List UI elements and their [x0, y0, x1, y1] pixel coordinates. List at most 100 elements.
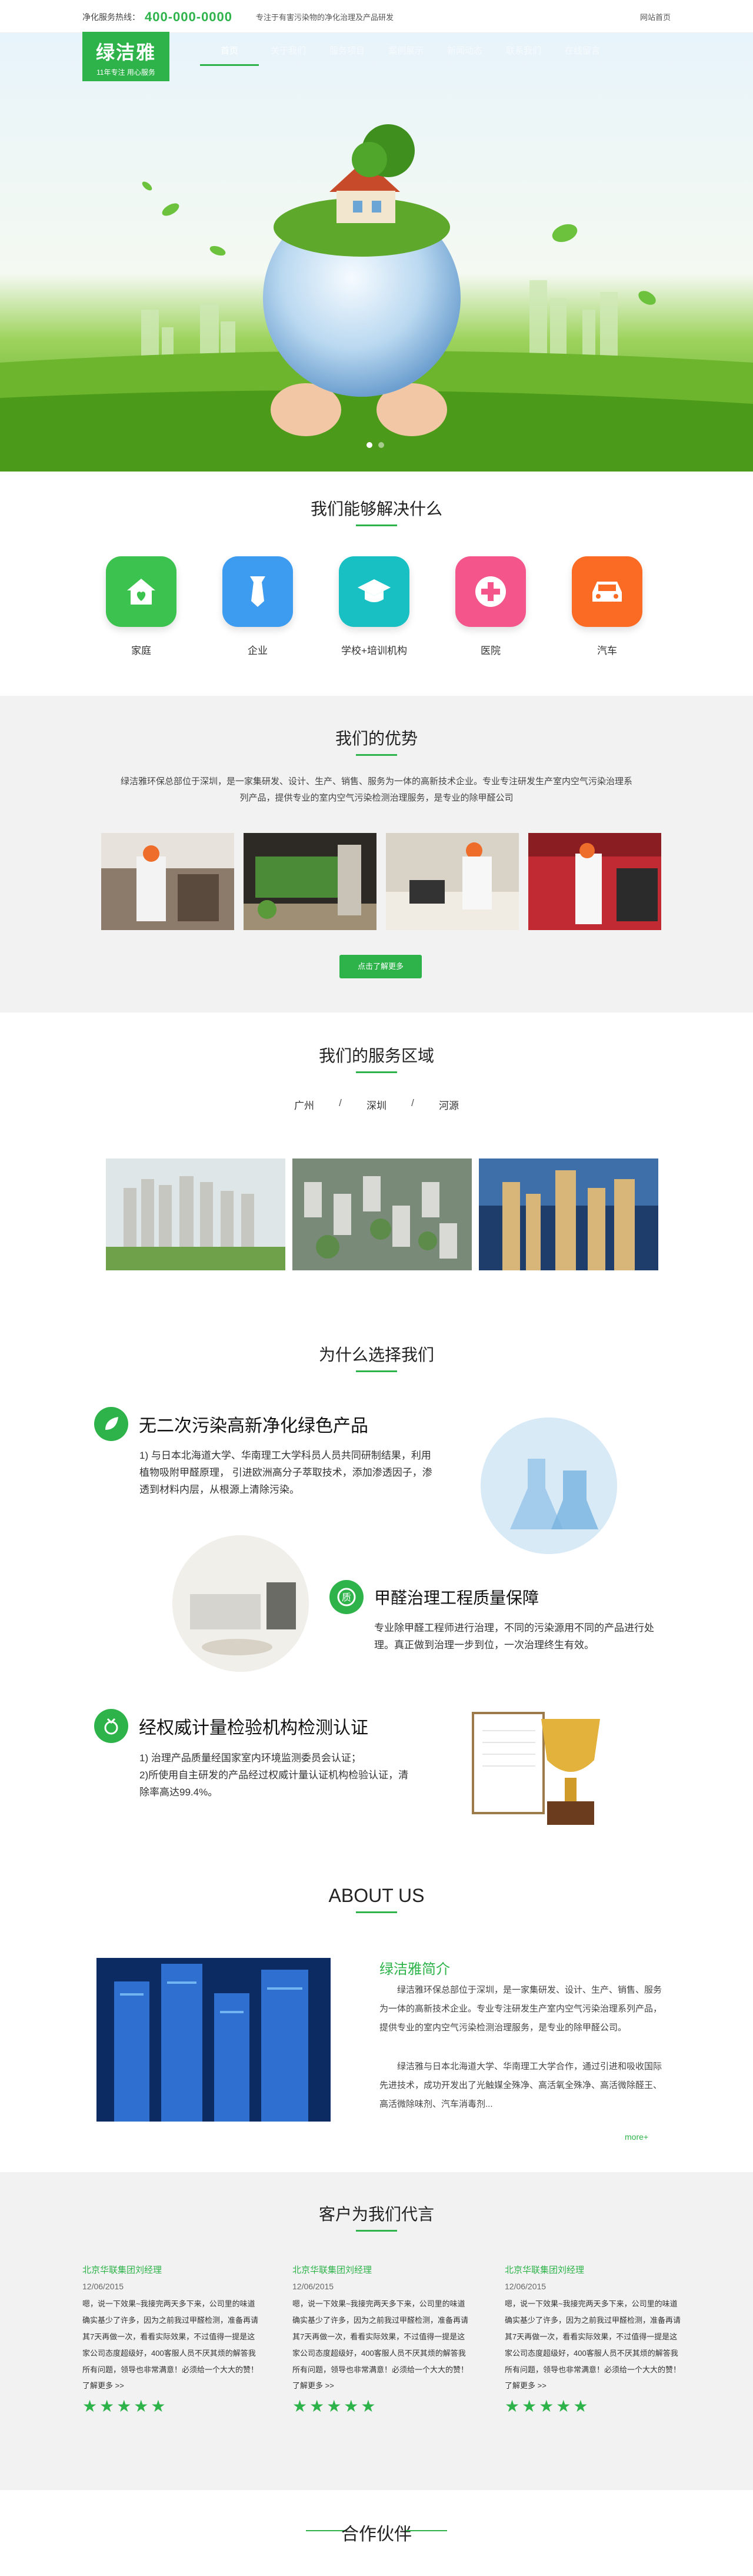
tagline: 专注于有害污染物的净化治理及产品研发 [256, 13, 394, 22]
advantages-title: 我们的优势 [0, 726, 753, 756]
testimonial-body: 嗯，说一下效果~我接完两天多下来，公司里的味道确实基少了许多，因为之前我过甲醛检… [82, 2299, 259, 2374]
testimonial-name[interactable]: 北京华联集团刘经理 [292, 2263, 469, 2276]
advantage-photo [528, 833, 661, 930]
nav-item-cases[interactable]: 案例展示 [376, 36, 435, 66]
nav-item-about[interactable]: 关于我们 [259, 36, 318, 66]
area-photo [106, 1158, 285, 1270]
logo[interactable]: 绿洁雅 11年专注 用心服务 [82, 32, 169, 81]
solve-item-enterprise[interactable]: 企业 [219, 556, 296, 657]
solve-item-school[interactable]: 学校+培训机构 [336, 556, 412, 657]
about-subtitle: 绿洁雅简介 [379, 1961, 450, 1977]
title-underline [356, 1370, 397, 1372]
partners-title: 合作伙伴 [341, 2525, 412, 2544]
car-icon [572, 556, 642, 627]
why-title-text: 为什么选择我们 [318, 1346, 434, 1364]
leaf-icon [94, 1407, 128, 1441]
advantages-title-text: 我们的优势 [335, 729, 418, 748]
area-photo [479, 1158, 658, 1270]
testimonial-body: 嗯，说一下效果~我接完两天多下来，公司里的味道确实基少了许多，因为之前我过甲醛检… [505, 2299, 681, 2374]
svg-text:质: 质 [342, 1592, 351, 1603]
main-nav: 首页 关于我们 服务项目 案例展示 新闻动态 联系我们 在线留言 [200, 36, 612, 66]
hotline-number[interactable]: 400-000-0000 [145, 9, 232, 24]
nav-item-home[interactable]: 首页 [200, 36, 259, 66]
area-tabs: 广州 / 深圳 / 河源 [294, 1097, 459, 1112]
why-item-1-heading-text: 无二次污染高新净化绿色产品 [139, 1416, 368, 1436]
solve-item-home[interactable]: 家庭 [103, 556, 179, 657]
solve-item-hospital[interactable]: 医院 [452, 556, 529, 657]
hero-banner [0, 33, 753, 472]
living-room-image [172, 1535, 309, 1672]
solve-label-enterprise: 企业 [248, 645, 268, 656]
quality-seal-icon: 质 [329, 1580, 364, 1614]
advantage-photo [244, 833, 376, 930]
area-separator: / [339, 1097, 342, 1108]
graduation-cap-icon [339, 556, 409, 627]
testimonial-more-link[interactable]: 了解更多 >> [82, 2379, 259, 2391]
area-tab-guangzhou[interactable]: 广州 [294, 1097, 314, 1112]
medical-cross-icon [455, 556, 526, 627]
why-item-1-text: 1) 与日本北海道大学、华南理工大学科员人员共同研制结果，利用植物吸附甲醛原理，… [139, 1450, 432, 1495]
lab-glassware-image [481, 1418, 617, 1554]
solve-label-car: 汽车 [597, 645, 617, 656]
area-tab-heyuan[interactable]: 河源 [439, 1097, 459, 1112]
testimonial-more-link[interactable]: 了解更多 >> [505, 2379, 681, 2391]
testimonial-date: 12/06/2015 [505, 2282, 547, 2291]
why-item-1-heading: 无二次污染高新净化绿色产品 [94, 1407, 368, 1441]
hotline: 净化服务热线： 400-000-0000 [82, 9, 232, 25]
area-tab-shenzhen[interactable]: 深圳 [366, 1097, 387, 1112]
solve-label-home: 家庭 [131, 645, 151, 656]
title-divider [406, 2530, 447, 2531]
service-area-title-text: 我们的服务区域 [318, 1047, 434, 1065]
why-item-3-text: 1) 治理产品质量经国家室内环境监测委员会认证； 2)所使用自主研发的产品经过权… [139, 1752, 409, 1798]
nav-item-message[interactable]: 在线留言 [553, 36, 612, 66]
tie-icon [222, 556, 293, 627]
advantage-photo [386, 833, 519, 930]
testimonial-card: 北京华联集团刘经理 12/06/2015 嗯，说一下效果~我接完两天多下来，公司… [82, 2263, 259, 2416]
testimonial-name[interactable]: 北京华联集团刘经理 [82, 2263, 259, 2276]
rating-stars-icon: ★★★★★ [292, 2397, 378, 2415]
logo-name: 绿洁雅 [95, 42, 156, 63]
testimonial-date: 12/06/2015 [292, 2282, 334, 2291]
top-bar: 净化服务热线： 400-000-0000 专注于有害污染物的净化治理及产品研发 网… [0, 0, 753, 33]
about-paragraph: 绿洁雅环保总部位于深圳，是一家集研发、设计、生产、销售、服务为一体的高新技术企业… [379, 1985, 662, 2033]
nav-item-news[interactable]: 新闻动态 [435, 36, 494, 66]
rating-stars-icon: ★★★★★ [82, 2397, 168, 2415]
about-title: ABOUT US [0, 1885, 753, 1913]
why-title: 为什么选择我们 [0, 1342, 753, 1372]
testimonials-title: 客户为我们代言 [0, 2202, 753, 2232]
why-item-2-heading: 质 甲醛治理工程质量保障 [329, 1580, 539, 1614]
title-underline [356, 1071, 397, 1073]
medal-icon [94, 1709, 128, 1743]
about-more-link[interactable]: more+ [625, 2132, 648, 2142]
learn-more-button[interactable]: 点击了解更多 [339, 955, 422, 978]
rating-stars-icon: ★★★★★ [505, 2397, 591, 2415]
why-item-2-text: 专业除甲醛工程师进行治理，不同的污染源用不同的产品进行处理。真正做到治理一步到位… [374, 1622, 654, 1651]
nav-item-services[interactable]: 服务项目 [318, 36, 376, 66]
solve-item-car[interactable]: 汽车 [569, 556, 645, 657]
why-item-2-heading-text: 甲醛治理工程质量保障 [374, 1589, 539, 1607]
testimonial-date: 12/06/2015 [82, 2282, 124, 2291]
about-title-text: ABOUT US [328, 1885, 425, 1906]
title-underline [356, 754, 397, 756]
title-underline [356, 2230, 397, 2232]
nav-item-contact[interactable]: 联系我们 [494, 36, 553, 66]
hero-illustration [0, 124, 753, 472]
home-link[interactable]: 网站首页 [640, 11, 671, 22]
service-area-title: 我们的服务区域 [0, 1043, 753, 1073]
why-item-3-heading-text: 经权威计量检验机构检测认证 [139, 1718, 368, 1738]
trophy-certificate-image [471, 1701, 624, 1843]
testimonial-body: 嗯，说一下效果~我接完两天多下来，公司里的味道确实基少了许多，因为之前我过甲醛检… [292, 2299, 469, 2374]
house-heart-icon [106, 556, 176, 627]
area-photo [292, 1158, 472, 1270]
about-paragraph: 绿洁雅与日本北海道大学、华南理工大学合作，通过引进和吸收国际先进技术，成功开发出… [379, 2062, 662, 2109]
testimonial-card: 北京华联集团刘经理 12/06/2015 嗯，说一下效果~我接完两天多下来，公司… [292, 2263, 469, 2416]
about-image [96, 1958, 331, 2122]
testimonial-more-link[interactable]: 了解更多 >> [292, 2379, 469, 2391]
testimonial-name[interactable]: 北京华联集团刘经理 [505, 2263, 681, 2276]
why-item-3-heading: 经权威计量检验机构检测认证 [94, 1709, 368, 1743]
solve-title-text: 我们能够解决什么 [310, 500, 442, 518]
area-separator: / [411, 1097, 414, 1108]
testimonial-card: 北京华联集团刘经理 12/06/2015 嗯，说一下效果~我接完两天多下来，公司… [505, 2263, 681, 2416]
solve-title: 我们能够解决什么 [0, 496, 753, 526]
solve-label-school: 学校+培训机构 [341, 645, 407, 656]
